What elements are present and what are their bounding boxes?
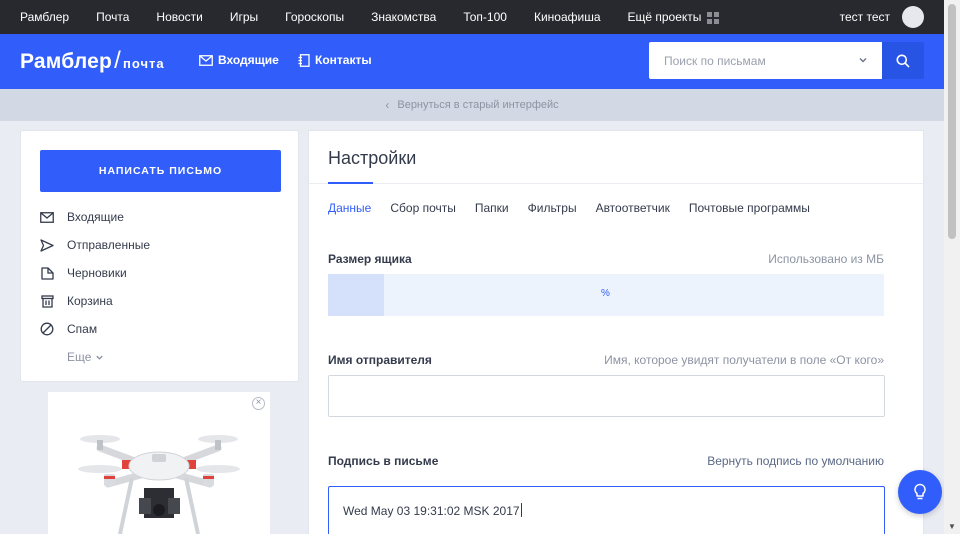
usage-percent: % <box>601 288 610 299</box>
nav-inbox-label: Входящие <box>218 53 279 67</box>
topbar-link-news[interactable]: Новости <box>156 10 202 24</box>
help-tips-button[interactable] <box>898 470 942 514</box>
folder-label: Входящие <box>67 210 124 224</box>
envelope-icon <box>39 209 55 225</box>
nav-contacts-link[interactable]: Контакты <box>298 53 372 67</box>
search-icon <box>896 54 910 68</box>
nav-contacts-label: Контакты <box>315 53 372 67</box>
folders-panel: НАПИСАТЬ ПИСЬМО Входящие Отправленные Че… <box>21 131 298 381</box>
tab-mail-programs[interactable]: Почтовые программы <box>689 201 810 215</box>
tab-mail-collection[interactable]: Сбор почты <box>390 201 456 215</box>
back-to-old-interface-link[interactable]: Вернуться в старый интерфейс <box>397 99 558 111</box>
title-underline <box>328 182 373 184</box>
folder-label: Корзина <box>67 294 113 308</box>
topbar-link-kinoafisha[interactable]: Киноафиша <box>534 10 601 24</box>
logo-slash: / <box>114 47 121 74</box>
rambler-mail-logo[interactable]: Рамблер/почта <box>20 47 165 75</box>
usage-text: Использовано из МБ <box>768 252 884 266</box>
spam-icon <box>39 321 55 337</box>
grid-icon <box>707 11 720 24</box>
folder-inbox[interactable]: Входящие <box>39 209 124 225</box>
envelope-icon <box>199 54 213 66</box>
search-input[interactable] <box>649 42 839 79</box>
sender-name-label: Имя отправителя <box>328 353 432 367</box>
mailbox-usage-fill <box>328 274 384 316</box>
tab-autoresponder[interactable]: Автоответчик <box>596 201 670 215</box>
topbar-link-dating[interactable]: Знакомства <box>371 10 436 24</box>
top-navigation-bar: Рамблер Почта Новости Игры Гороскопы Зна… <box>0 0 944 34</box>
scrollbar-thumb[interactable] <box>948 4 956 239</box>
signature-text: Wed May 03 19:31:02 MSK 2017 <box>343 503 522 518</box>
lightbulb-icon <box>914 483 926 500</box>
trash-icon <box>39 293 55 309</box>
compose-button[interactable]: НАПИСАТЬ ПИСЬМО <box>40 150 281 192</box>
signature-label: Подпись в письме <box>328 454 439 468</box>
logo-subtitle: почта <box>122 56 165 71</box>
text-cursor <box>520 503 522 517</box>
tab-filters[interactable]: Фильтры <box>528 201 577 215</box>
folder-drafts[interactable]: Черновики <box>39 265 127 281</box>
topbar-link-more-projects[interactable]: Ещё проекты <box>628 10 720 24</box>
search-box <box>649 42 882 79</box>
title-divider <box>309 183 923 184</box>
folder-label: Черновики <box>67 266 127 280</box>
more-folders-label: Еще <box>67 350 92 364</box>
chevron-down-icon[interactable] <box>858 55 868 65</box>
mailbox-usage-bar: % <box>328 274 884 316</box>
sender-name-field[interactable] <box>328 375 885 417</box>
topbar-link-top100[interactable]: Топ-100 <box>463 10 507 24</box>
folder-trash[interactable]: Корзина <box>39 293 113 309</box>
settings-tabs: Данные Сбор почты Папки Фильтры Автоотве… <box>328 201 829 215</box>
chevron-down-icon <box>96 355 104 360</box>
mailbox-size-label: Размер ящика <box>328 252 412 266</box>
search-button[interactable] <box>882 42 924 79</box>
page-scrollbar[interactable]: ▼ <box>944 0 960 534</box>
page-title: Настройки <box>328 148 417 168</box>
topbar-link-mail[interactable]: Почта <box>96 10 129 24</box>
drone-image <box>78 435 240 534</box>
back-to-old-interface-strip: ‹ Вернуться в старый интерфейс <box>0 89 944 121</box>
signature-value: Wed May 03 19:31:02 MSK 2017 <box>343 504 520 518</box>
logo-text: Рамблер <box>20 50 113 73</box>
reset-signature-link[interactable]: Вернуть подпись по умолчанию <box>707 454 884 468</box>
more-projects-label: Ещё проекты <box>627 10 702 24</box>
chevron-left-icon: ‹ <box>385 98 390 112</box>
topbar-link-horoscopes[interactable]: Гороскопы <box>285 10 344 24</box>
sender-name-hint: Имя, которое увидят получатели в поле «О… <box>604 353 884 367</box>
advertisement-banner[interactable]: × <box>48 392 270 534</box>
settings-panel: Настройки Данные Сбор почты Папки Фильтр… <box>309 131 923 534</box>
folder-label: Спам <box>67 322 98 336</box>
nav-inbox-link[interactable]: Входящие <box>199 53 279 67</box>
folder-label: Отправленные <box>67 238 151 252</box>
topbar-link-rambler[interactable]: Рамблер <box>20 10 69 24</box>
tab-folders[interactable]: Папки <box>475 201 509 215</box>
signature-textarea[interactable]: Wed May 03 19:31:02 MSK 2017 <box>328 486 885 534</box>
folder-sent[interactable]: Отправленные <box>39 237 150 253</box>
draft-icon <box>39 265 55 281</box>
mail-header: Рамблер/почта Входящие Контакты <box>0 34 944 89</box>
contacts-book-icon <box>298 53 310 67</box>
user-name[interactable]: тест тест <box>840 10 890 24</box>
scroll-down-arrow-icon[interactable]: ▼ <box>948 522 956 531</box>
folder-spam[interactable]: Спам <box>39 321 97 337</box>
tab-data[interactable]: Данные <box>328 201 371 215</box>
paper-plane-icon <box>39 237 55 253</box>
close-ad-icon[interactable]: × <box>252 397 265 410</box>
topbar-link-games[interactable]: Игры <box>230 10 258 24</box>
avatar[interactable] <box>902 6 924 28</box>
more-folders-toggle[interactable]: Еще <box>67 350 104 364</box>
